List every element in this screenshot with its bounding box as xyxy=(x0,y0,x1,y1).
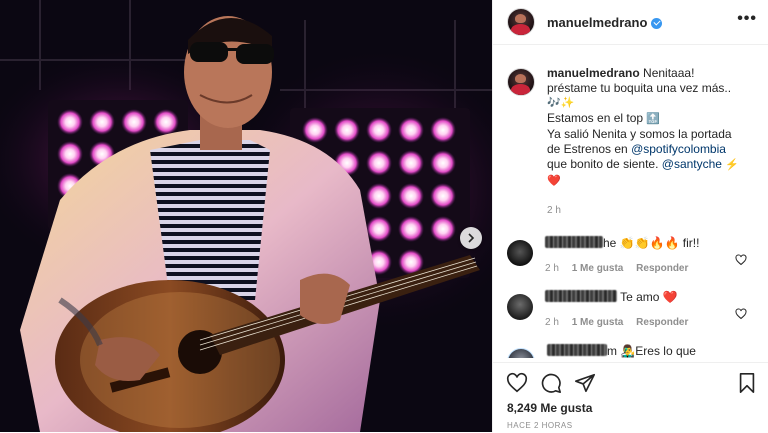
author-username[interactable]: manuelmedrano xyxy=(547,15,647,30)
instagram-post-view: manuelmedrano ••• manuelmedrano Nenitaaa… xyxy=(0,0,768,432)
comment-reply-button[interactable]: Responder xyxy=(636,263,688,274)
comment-time[interactable]: 2 h xyxy=(545,317,559,328)
comment-like-heart-icon[interactable] xyxy=(735,308,747,320)
comment-likes[interactable]: 1 Me gusta xyxy=(572,263,624,274)
author-avatar[interactable] xyxy=(507,8,535,36)
post-actions: 8,249 Me gusta HACE 2 HORAS xyxy=(493,362,768,433)
post-header: manuelmedrano ••• xyxy=(493,0,768,45)
post-caption: manuelmedrano Nenitaaa! préstame tu boqu… xyxy=(493,58,768,218)
carousel-next-button[interactable] xyxy=(460,227,482,249)
commenter-avatar[interactable] xyxy=(507,348,535,358)
commenter-avatar[interactable] xyxy=(507,294,533,320)
post-photo[interactable] xyxy=(0,0,492,432)
comment-likes[interactable]: 1 Me gusta xyxy=(572,317,624,328)
comment-reply-button[interactable]: Responder xyxy=(636,317,688,328)
post-side-panel: manuelmedrano ••• manuelmedrano Nenitaaa… xyxy=(492,0,768,432)
comment-like-heart-icon[interactable] xyxy=(735,254,747,266)
more-options-icon[interactable]: ••• xyxy=(737,11,757,27)
comments-list[interactable]: manuelmedrano Nenitaaa! préstame tu boqu… xyxy=(493,58,768,358)
post-photo-image xyxy=(0,0,492,432)
share-button[interactable] xyxy=(573,371,597,395)
caption-line4b: que bonito de siente. xyxy=(547,157,662,171)
comment-text: Te amo ❤️ xyxy=(617,290,678,304)
comment-time[interactable]: 2 h xyxy=(545,263,559,274)
caption-line2-emoji: 🎶✨ xyxy=(547,97,575,109)
verified-badge-icon xyxy=(651,17,663,29)
post-time[interactable]: HACE 2 HORAS xyxy=(507,421,573,430)
redacted-username xyxy=(545,236,603,248)
caption-line3-emoji: 🔝 xyxy=(646,113,661,125)
commenter-avatar[interactable] xyxy=(507,240,533,266)
chevron-right-icon xyxy=(468,233,475,243)
like-button[interactable] xyxy=(505,371,529,395)
caption-line2: préstame tu boquita una vez más.. xyxy=(547,81,732,95)
caption-line1: Nenitaaa! xyxy=(643,66,695,80)
redacted-username xyxy=(547,344,607,356)
save-button[interactable] xyxy=(735,371,759,395)
share-icon xyxy=(575,373,595,393)
caption-time[interactable]: 2 h xyxy=(547,205,561,216)
bookmark-icon xyxy=(739,373,755,393)
mention-spotifycolombia[interactable]: @spotifycolombia xyxy=(631,142,726,156)
mention-santyche[interactable]: @santyche xyxy=(662,157,722,171)
comment-item: Te amo ❤️ 2 h 1 Me gusta Responder xyxy=(493,290,768,330)
caption-author-username[interactable]: manuelmedrano xyxy=(547,66,640,80)
comment-item: m 👨‍🎤Eres lo que siempre quise 👨‍🎤🥰😘🔥 xyxy=(493,344,768,358)
caption-author-avatar[interactable] xyxy=(507,68,535,96)
redacted-username xyxy=(545,290,617,302)
comment-item: he 👏👏🔥🔥 fir!! 2 h 1 Me gusta Responder xyxy=(493,236,768,276)
comment-text: he 👏👏🔥🔥 fir!! xyxy=(603,236,700,250)
comment-icon xyxy=(541,373,561,393)
heart-icon xyxy=(506,372,528,393)
likes-count[interactable]: 8,249 Me gusta xyxy=(507,401,592,415)
caption-line3: Estamos en el top xyxy=(547,111,647,125)
comment-button[interactable] xyxy=(539,371,563,395)
